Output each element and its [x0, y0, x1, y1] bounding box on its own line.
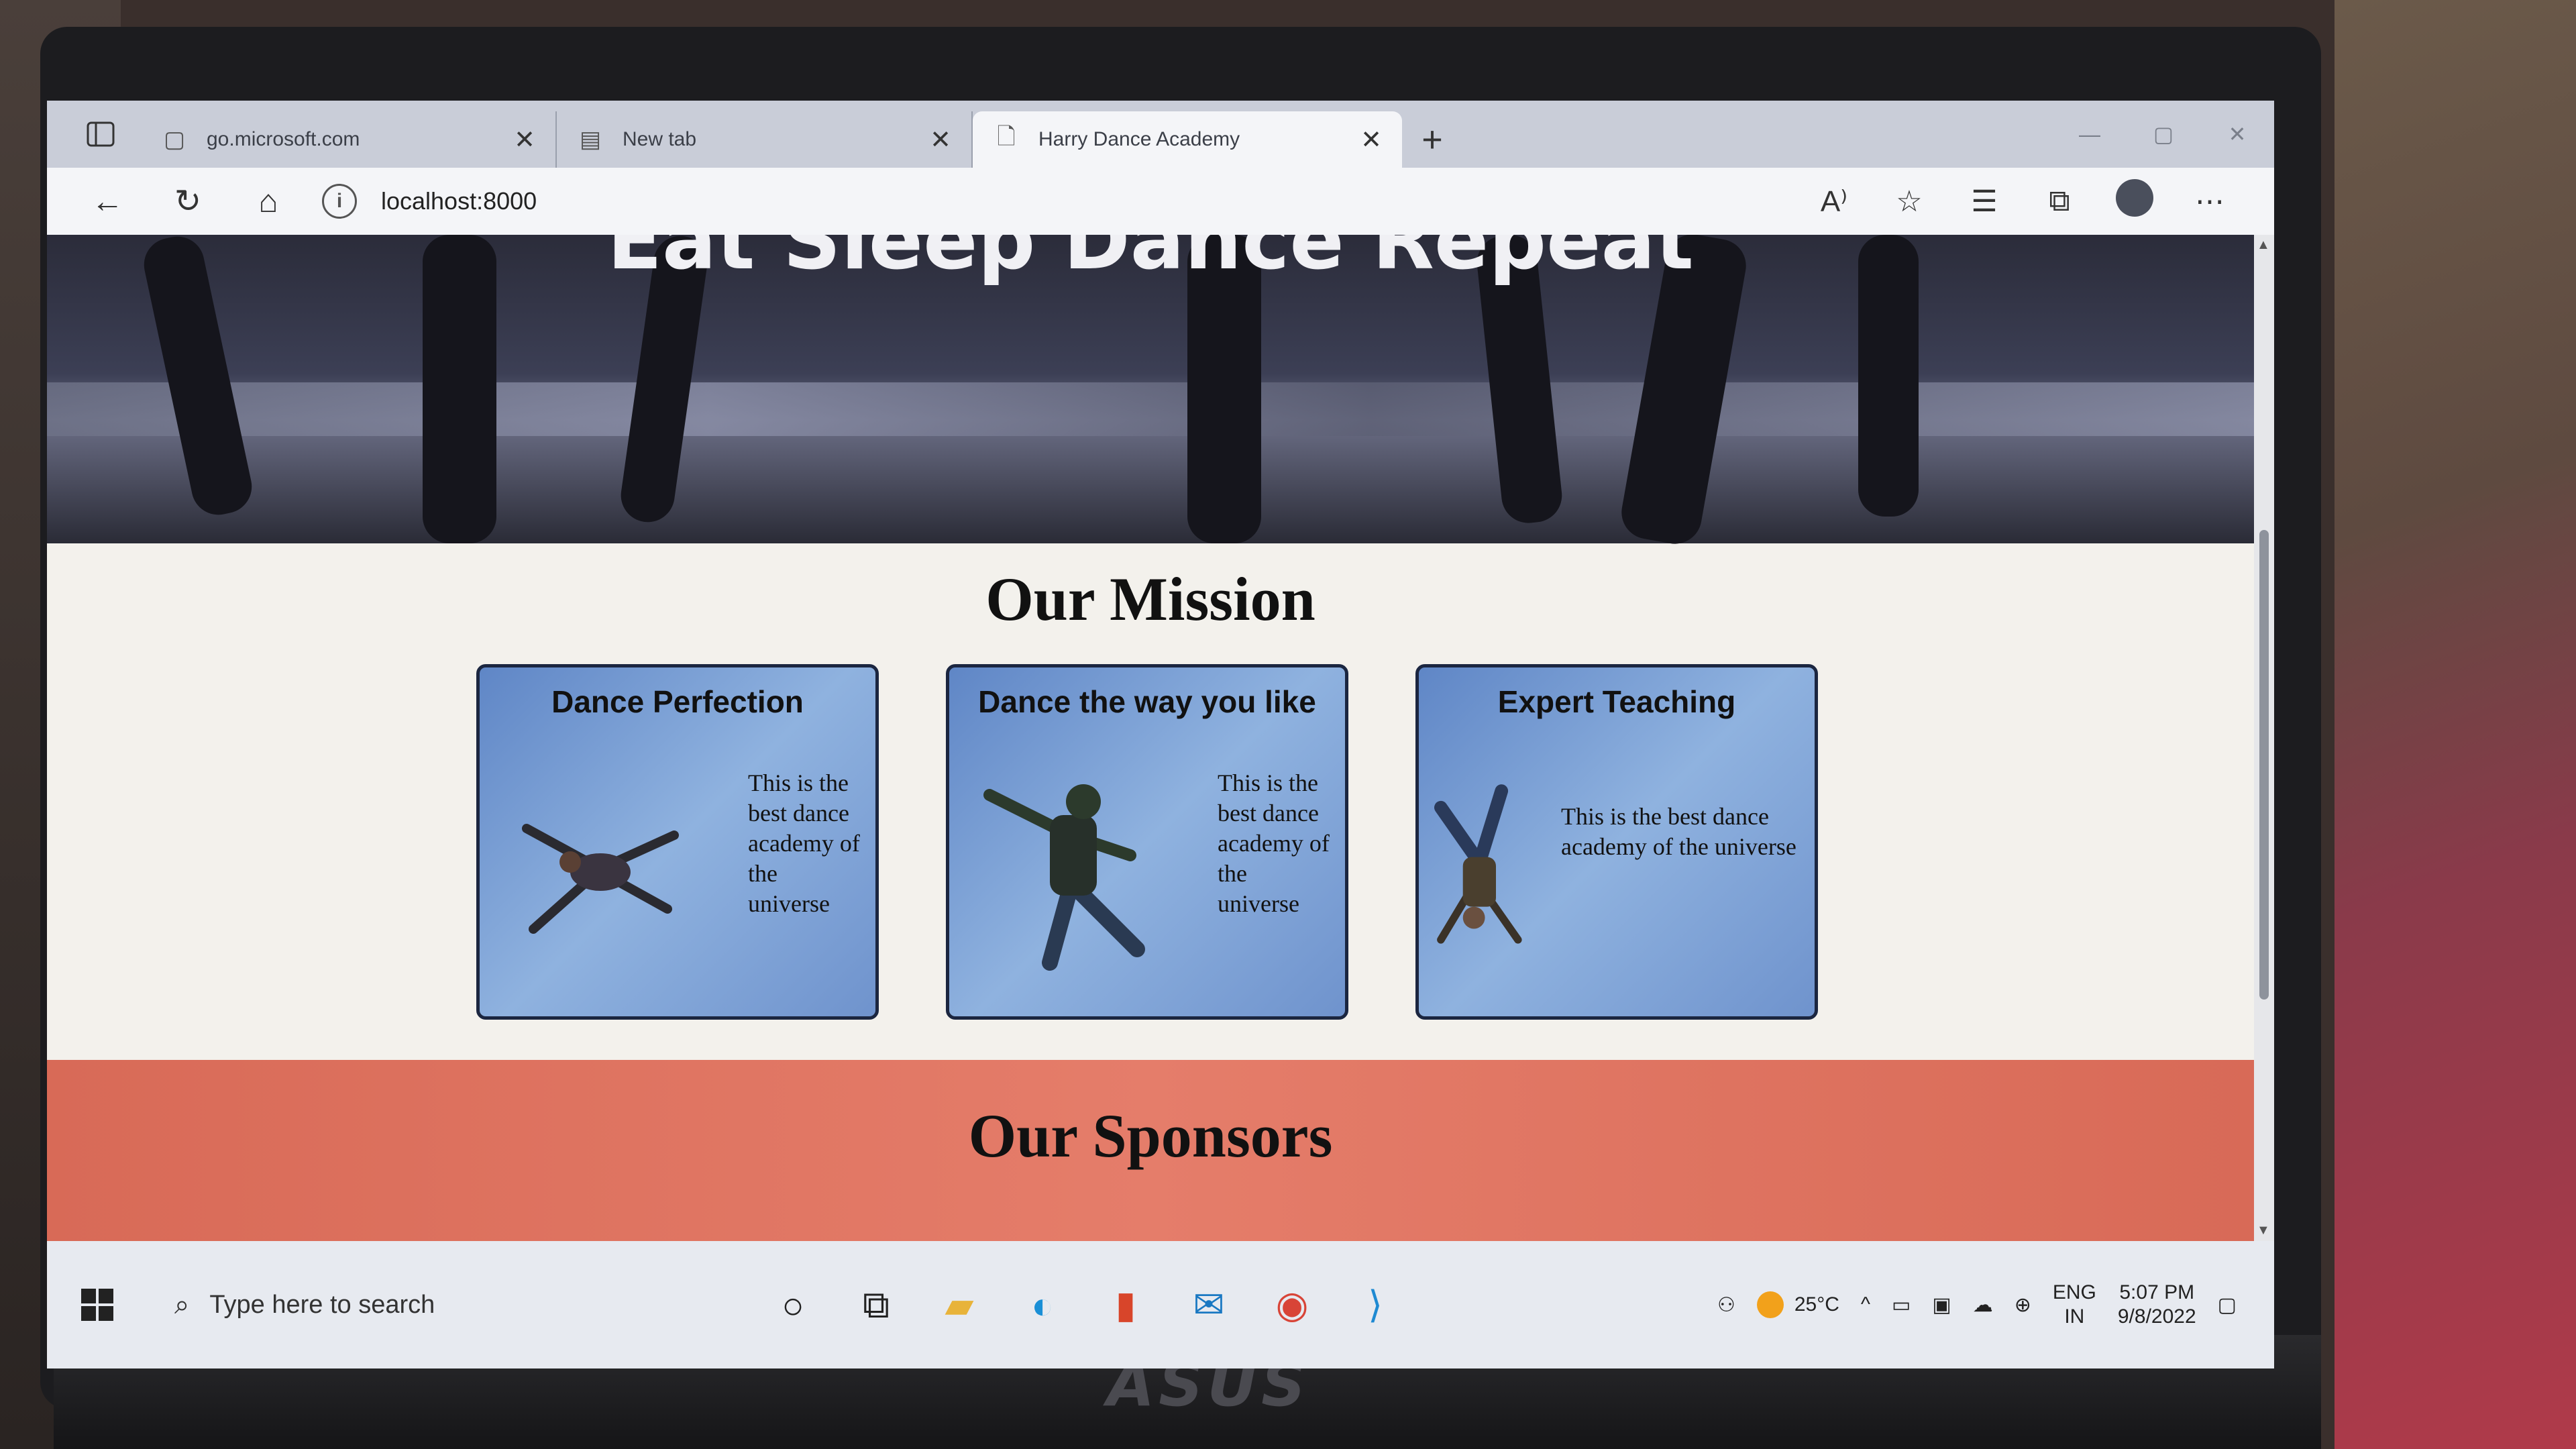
screen: ▢ go.microsoft.com ✕ ▤ New tab ✕ 🗋 Harry…	[47, 101, 2274, 1368]
people-icon[interactable]: ⚇	[1717, 1293, 1735, 1317]
office-icon[interactable]: ▮	[1084, 1283, 1167, 1327]
weather-widget[interactable]: 25°C	[1756, 1291, 1839, 1318]
new-tab-button[interactable]: +	[1402, 111, 1462, 168]
tab-title: go.microsoft.com	[207, 128, 360, 150]
page-icon: ▢	[163, 127, 186, 152]
browser-toolbar: ← ↻ ⌂ i localhost:8000 A⁾ ☆ ☰ ⧉ ⋯	[47, 168, 2274, 235]
battery-icon[interactable]: ▭	[1892, 1293, 1911, 1317]
read-aloud-icon[interactable]: A⁾	[1796, 184, 1872, 219]
close-window-icon[interactable]: ✕	[2200, 121, 2274, 147]
back-arrow-icon: ←	[91, 183, 123, 219]
window-controls: — ▢ ✕	[2053, 101, 2274, 168]
scroll-down-icon[interactable]: ▼	[2257, 1223, 2270, 1238]
mission-heading: Our Mission	[985, 565, 1316, 633]
hero-backdrop	[47, 382, 2254, 436]
notification-icon[interactable]: ▢	[2218, 1293, 2237, 1317]
windows-taskbar: ⌕ Type here to search ○ ⧉ ▰ ◐ ▮ ✉ ◉ ⟩ ⚇ …	[47, 1241, 2274, 1368]
page-scrollbar[interactable]: ▲ ▼	[2254, 235, 2274, 1241]
vscode-icon[interactable]: ⟩	[1334, 1283, 1417, 1327]
photo-background-right	[2334, 0, 2576, 1449]
tab-strip: ▢ go.microsoft.com ✕ ▤ New tab ✕ 🗋 Harry…	[47, 101, 2274, 168]
toolbar-actions: A⁾ ☆ ☰ ⧉ ⋯	[1796, 178, 2274, 224]
minimize-icon[interactable]: —	[2053, 122, 2127, 147]
cortana-icon[interactable]: ○	[751, 1283, 835, 1327]
avatar	[2116, 178, 2153, 217]
card-title: Dance the way you like	[978, 684, 1316, 719]
scroll-up-icon[interactable]: ▲	[2257, 237, 2270, 253]
task-view-icon[interactable]: ⧉	[835, 1283, 918, 1328]
close-icon[interactable]: ✕	[514, 125, 535, 155]
chrome-icon[interactable]: ◉	[1250, 1283, 1334, 1327]
sponsors-heading: Our Sponsors	[968, 1102, 1333, 1170]
newtab-icon: ▤	[579, 127, 602, 152]
language: ENG	[2052, 1281, 2096, 1303]
chevron-up-icon[interactable]: ^	[1861, 1293, 1870, 1316]
search-placeholder: Type here to search	[209, 1290, 435, 1319]
card-text: This is the best dance academy of the un…	[748, 769, 860, 917]
language-indicator[interactable]: ENG IN	[2053, 1281, 2096, 1329]
card-title: Dance Perfection	[551, 684, 804, 719]
system-tray: ⚇ 25°C ^ ▭ ▣ ☁ ⊕ ENG IN 5:07 PM 9/8/2022…	[1707, 1281, 2274, 1329]
card-dance-perfection: Dance Perfection This is the best dance …	[476, 664, 879, 1020]
refresh-icon: ↻	[174, 184, 202, 219]
info-icon[interactable]: i	[322, 184, 357, 219]
taskbar-search[interactable]: ⌕ Type here to search	[148, 1268, 724, 1342]
card-text: This is the best dance academy of the un…	[1561, 803, 1796, 860]
close-icon[interactable]: ✕	[1360, 125, 1382, 155]
weather-icon	[1756, 1291, 1784, 1318]
device-icon[interactable]: ▣	[1932, 1293, 1951, 1317]
taskbar-apps: ○ ⧉ ▰ ◐ ▮ ✉ ◉ ⟩	[751, 1283, 1417, 1328]
sponsors-section: Our Sponsors	[47, 1060, 2254, 1241]
page-viewport: Eat Sleep Dance Repeat Our Mission Dance…	[47, 235, 2254, 1241]
maximize-icon[interactable]: ▢	[2127, 121, 2200, 147]
tab-actions-icon	[87, 121, 115, 147]
clock[interactable]: 5:07 PM 9/8/2022	[2118, 1281, 2196, 1329]
collections-icon[interactable]: ⧉	[2022, 184, 2097, 218]
card-title: Expert Teaching	[1497, 684, 1736, 719]
date: 9/8/2022	[2117, 1305, 2196, 1328]
card-dance-the-way-you-like: Dance the way you like This is the best …	[946, 664, 1348, 1020]
cloud-icon[interactable]: ☁	[1973, 1293, 1993, 1317]
dancer-image	[522, 824, 679, 934]
time: 5:07 PM	[2119, 1281, 2195, 1303]
home-icon: ⌂	[258, 183, 278, 219]
card-expert-teaching: Expert Teaching This is the best dance a…	[1415, 664, 1818, 1020]
address-url: localhost:8000	[381, 187, 537, 215]
file-explorer-icon[interactable]: ▰	[918, 1283, 1001, 1327]
temperature: 25°C	[1794, 1293, 1839, 1316]
tab-go-microsoft[interactable]: ▢ go.microsoft.com ✕	[141, 111, 557, 168]
more-options-icon[interactable]: ⋯	[2172, 184, 2247, 219]
close-icon[interactable]: ✕	[930, 125, 951, 155]
start-button[interactable]	[47, 1265, 148, 1345]
document-icon: 🗋	[997, 123, 1016, 150]
dancer-image	[983, 784, 1145, 971]
hero-banner: Eat Sleep Dance Repeat	[47, 235, 2254, 548]
address-bar[interactable]: i localhost:8000	[322, 178, 1764, 225]
card-text: This is the best dance academy of the un…	[1218, 769, 1330, 917]
add-favorite-icon[interactable]: ☆	[1872, 184, 1947, 219]
refresh-button[interactable]: ↻	[148, 168, 228, 235]
tab-title: New tab	[623, 128, 697, 150]
tab-actions-button[interactable]	[60, 101, 141, 168]
network-icon[interactable]: ⊕	[2015, 1293, 2031, 1317]
mission-cards: Dance Perfection This is the best dance …	[476, 664, 1818, 1020]
back-button[interactable]: ←	[67, 168, 148, 235]
region: IN	[2064, 1305, 2085, 1328]
edge-icon[interactable]: ◐	[1001, 1283, 1084, 1327]
tab-harry-dance-academy[interactable]: 🗋 Harry Dance Academy ✕	[973, 111, 1402, 168]
home-button[interactable]: ⌂	[228, 168, 309, 235]
favorites-icon[interactable]: ☰	[1947, 184, 2022, 219]
mail-icon[interactable]: ✉	[1167, 1283, 1250, 1327]
dancer-image	[1434, 784, 1522, 944]
tab-new-tab[interactable]: ▤ New tab ✕	[557, 111, 973, 168]
tab-title: Harry Dance Academy	[1038, 128, 1240, 150]
scroll-thumb[interactable]	[2259, 530, 2269, 1000]
profile-button[interactable]	[2097, 178, 2172, 224]
hero-title: Eat Sleep Dance Repeat	[607, 235, 1694, 288]
windows-logo-icon	[81, 1289, 113, 1321]
search-icon: ⌕	[174, 1289, 190, 1320]
